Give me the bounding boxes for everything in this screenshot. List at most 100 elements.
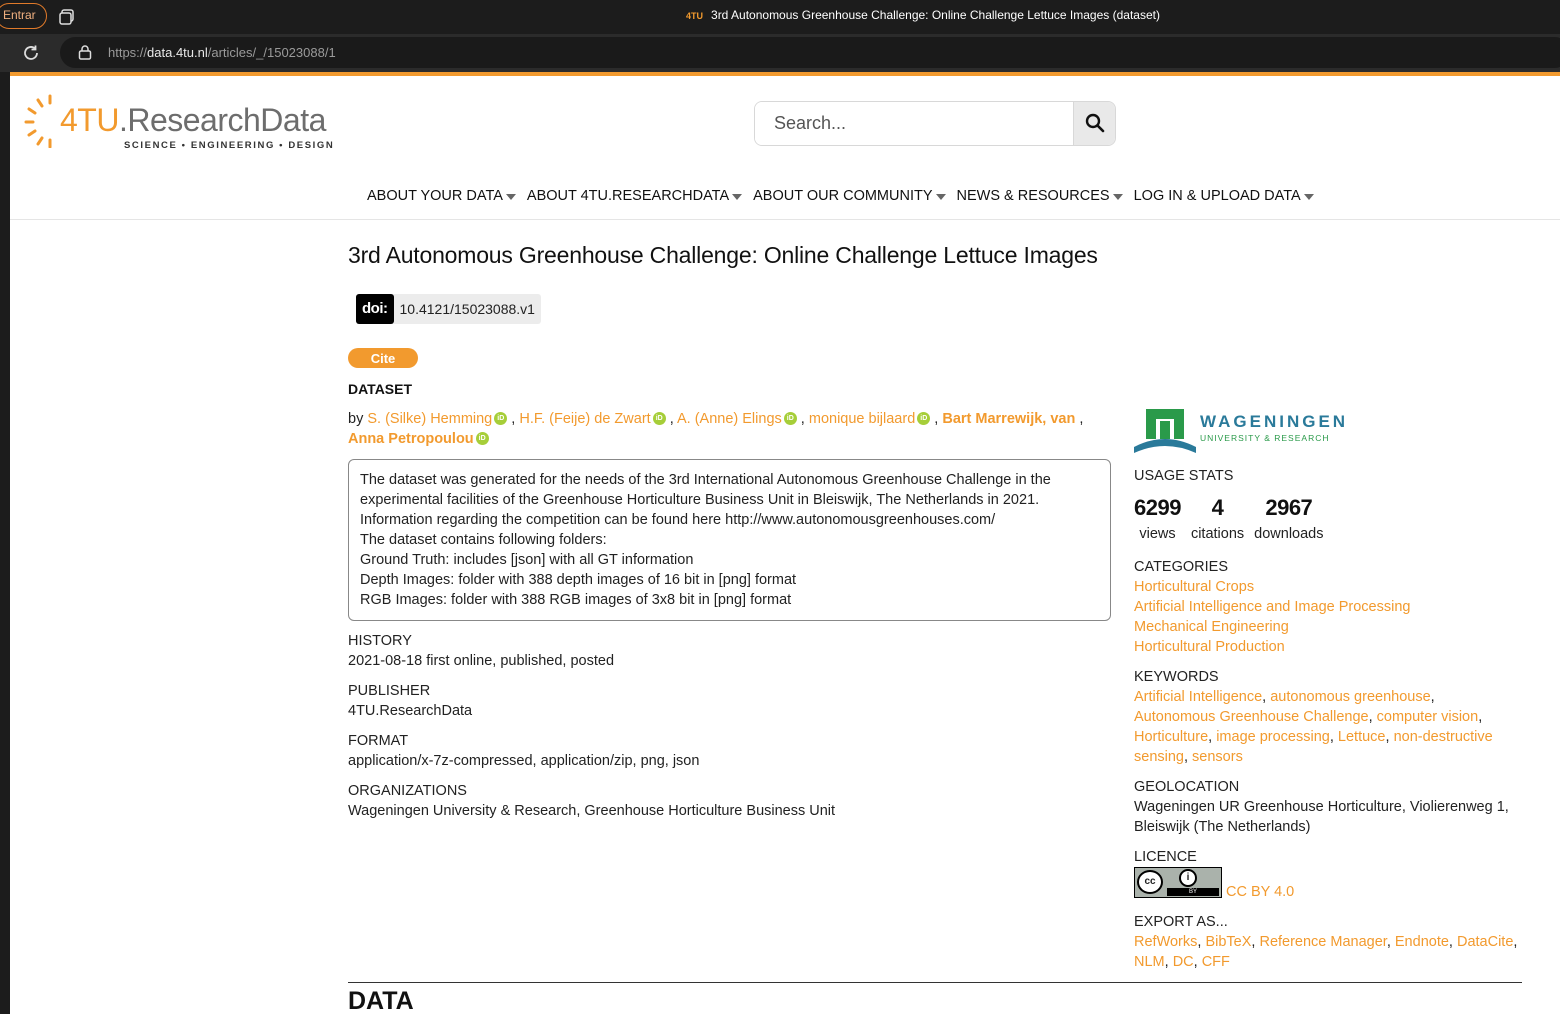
export-link[interactable]: RefWorks (1134, 934, 1197, 950)
caret-down-icon (1303, 194, 1314, 200)
keyword-link[interactable]: autonomous greenhouse (1270, 689, 1430, 705)
wur-subtitle: UNIVERSITY & RESEARCH (1200, 433, 1330, 443)
data-divider (348, 982, 1522, 983)
usage-stats-heading: USAGE STATS (1134, 468, 1234, 484)
export-link[interactable]: DataCite (1457, 934, 1513, 950)
export-link[interactable]: Endnote (1395, 934, 1449, 950)
export-link[interactable]: Reference Manager (1259, 934, 1386, 950)
wur-logo[interactable]: WAGENINGEN UNIVERSITY & RESEARCH (1134, 409, 1356, 453)
category-link[interactable]: Artificial Intelligence and Image Proces… (1134, 599, 1410, 615)
section-heading: ORGANIZATIONS (348, 783, 467, 799)
cc-by-badge[interactable]: cc i BY (1134, 867, 1222, 898)
doi-logo: doi: (356, 294, 394, 324)
author-link[interactable]: H.F. (Feije) de Zwart (519, 411, 650, 427)
organizations-section: ORGANIZATIONS Wageningen University & Re… (348, 781, 1108, 821)
category-link[interactable]: Horticultural Crops (1134, 579, 1254, 595)
author-link[interactable]: S. (Silke) Hemming (367, 411, 492, 427)
keyword-link[interactable]: Artificial Intelligence (1134, 689, 1262, 705)
wur-name: WAGENINGEN (1200, 412, 1349, 431)
keyword-link[interactable]: computer vision (1377, 709, 1479, 725)
orcid-icon[interactable]: iD (475, 432, 489, 445)
keyword-link[interactable]: Lettuce (1338, 729, 1386, 745)
search-input[interactable] (755, 102, 1073, 145)
caret-down-icon (1112, 194, 1123, 200)
orcid-icon[interactable]: iD (783, 412, 797, 425)
orcid-icon[interactable]: iD (494, 412, 508, 425)
export-link[interactable]: NLM (1134, 954, 1165, 970)
keyword-link[interactable]: Autonomous Greenhouse Challenge (1134, 709, 1369, 725)
section-heading: PUBLISHER (348, 683, 431, 699)
nav-about-your-data[interactable]: ABOUT YOUR DATA (367, 188, 516, 204)
lock-icon (78, 45, 92, 60)
description-line: RGB Images: folder with 388 RGB images o… (360, 592, 792, 608)
nav-about-4tu[interactable]: ABOUT 4TU.RESEARCHDATA (527, 188, 743, 204)
section-heading: HISTORY (348, 633, 412, 649)
item-type-label: DATASET (348, 381, 413, 397)
keywords-section: KEYWORDS Artificial Intelligence, autono… (1134, 667, 1534, 767)
wur-emblem-icon (1134, 409, 1196, 453)
search-icon (1085, 113, 1105, 133)
geolocation-section: GEOLOCATION Wageningen UR Greenhouse Hor… (1134, 777, 1534, 837)
export-link[interactable]: CFF (1202, 954, 1230, 970)
author-link[interactable]: A. (Anne) Elings (677, 411, 782, 427)
nav-login-upload[interactable]: LOG IN & UPLOAD DATA (1134, 188, 1314, 204)
url-text: https://data.4tu.nl/articles/_/15023088/… (108, 45, 336, 60)
export-link[interactable]: BibTeX (1205, 934, 1251, 950)
publisher-value: 4TU.ResearchData (348, 703, 473, 719)
page-title: 3rd Autonomous Greenhouse Challenge: Onl… (348, 242, 1098, 268)
section-heading: GEOLOCATION (1134, 779, 1240, 795)
licence-link[interactable]: CC BY 4.0 (1226, 884, 1294, 900)
licence-section: CC BY 4.0 (1226, 882, 1426, 902)
keyword-link[interactable]: image processing (1216, 729, 1330, 745)
browser-titlebar: Entrar 4TU 3rd Autonomous Greenhouse Chal… (0, 0, 1560, 34)
cc-by-bar: BY (1167, 888, 1219, 896)
history-value: 2021-08-18 first online, published, post… (348, 653, 615, 669)
tab-title-text: 3rd Autonomous Greenhouse Challenge: Onl… (711, 8, 1160, 22)
cite-button[interactable]: Cite (348, 348, 418, 368)
stat-citations: 4 citations (1190, 495, 1245, 542)
export-link[interactable]: DC (1173, 954, 1194, 970)
stat-views: 6299 views (1134, 495, 1181, 542)
nav-about-community[interactable]: ABOUT OUR COMMUNITY (753, 188, 946, 204)
caret-down-icon (732, 194, 743, 200)
section-heading: KEYWORDS (1134, 669, 1219, 685)
data-heading: DATA (348, 987, 414, 1014)
address-bar[interactable]: https://data.4tu.nl/articles/_/15023088/… (60, 37, 1560, 68)
doi-value: 10.4121/15023088.v1 (399, 301, 535, 317)
caret-down-icon (935, 194, 946, 200)
organizations-value: Wageningen University & Research, Greenh… (348, 803, 836, 819)
orcid-icon[interactable]: iD (917, 412, 931, 425)
publisher-section: PUBLISHER 4TU.ResearchData (348, 681, 1108, 721)
orcid-icon[interactable]: iD (652, 412, 666, 425)
author-link[interactable]: Anna Petropoulou (348, 431, 474, 447)
search-box (754, 101, 1116, 146)
author-link[interactable]: Bart Marrewijk, van (942, 411, 1075, 427)
nav-news-resources[interactable]: NEWS & RESOURCES (957, 188, 1123, 204)
usage-stats: 6299 views 4 citations 2967 downloads (1134, 491, 1333, 543)
stat-downloads: 2967 downloads (1254, 495, 1324, 542)
search-button[interactable] (1073, 102, 1115, 145)
category-link[interactable]: Horticultural Production (1134, 639, 1285, 655)
site-logo[interactable]: 4TU.ResearchData SCIENCE • ENGINEERING •… (24, 92, 333, 158)
logo-wordmark: 4TU.ResearchData (60, 102, 326, 138)
tab-favicon: 4TU (686, 11, 704, 21)
nav-divider (10, 219, 1560, 220)
profile-button[interactable]: Entrar (0, 3, 47, 29)
category-link[interactable]: Mechanical Engineering (1134, 619, 1289, 635)
keyword-link[interactable]: sensors (1192, 749, 1243, 765)
reload-icon[interactable] (20, 42, 42, 64)
description-box: The dataset was generated for the needs … (348, 459, 1111, 621)
attribution-icon: i (1179, 869, 1197, 887)
author-link[interactable]: monique bijlaard (809, 411, 915, 427)
description-line: Information regarding the competition ca… (360, 512, 996, 528)
export-section: EXPORT AS... RefWorks, BibTeX, Reference… (1134, 912, 1534, 972)
tab-actions-icon[interactable] (58, 8, 76, 26)
description-line: Ground Truth: includes [json] with all G… (360, 552, 694, 568)
doi-badge[interactable]: doi: 10.4121/15023088.v1 (356, 294, 541, 324)
description-line: The dataset was generated for the needs … (360, 472, 1051, 508)
active-tab[interactable]: 4TU 3rd Autonomous Greenhouse Challenge: … (686, 8, 1160, 22)
keyword-link[interactable]: Horticulture (1134, 729, 1208, 745)
description-line: Depth Images: folder with 388 depth imag… (360, 572, 797, 588)
logo-tagline: SCIENCE • ENGINEERING • DESIGN (124, 140, 335, 151)
geolocation-value: Bleiswijk (The Netherlands) (1134, 819, 1311, 835)
